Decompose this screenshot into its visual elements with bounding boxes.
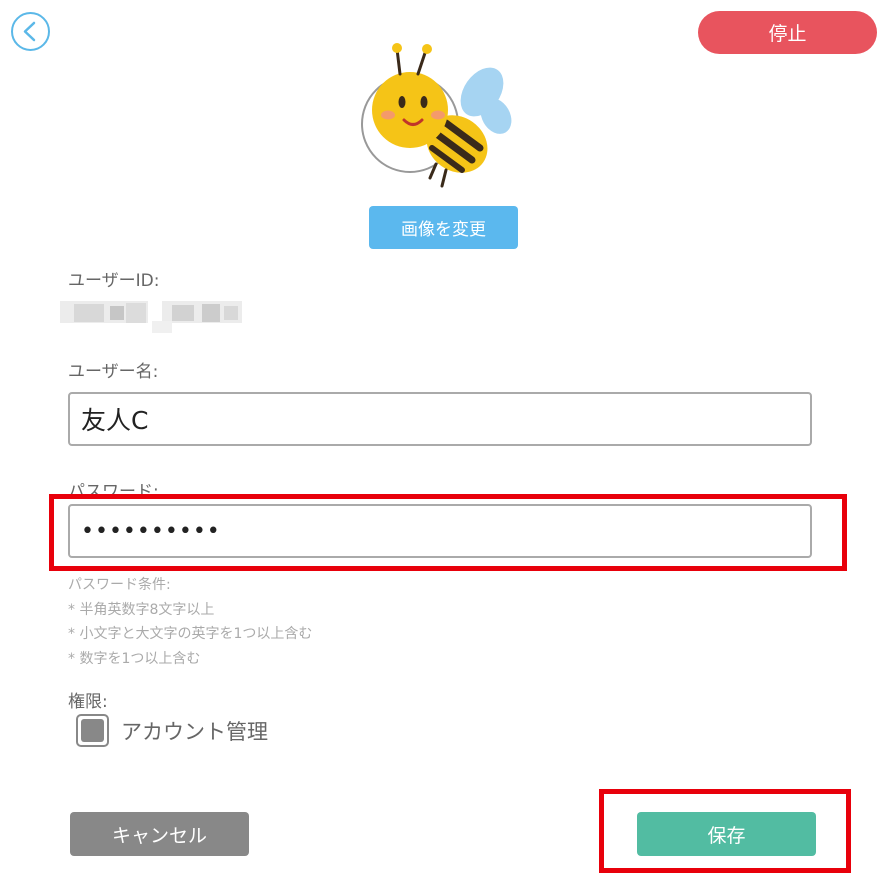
user-name-input[interactable]: 友人C xyxy=(68,392,812,446)
password-label: パスワード: xyxy=(68,482,159,502)
password-input[interactable]: •••••••••• xyxy=(68,504,812,558)
password-rule: * 半角英数字8文字以上 xyxy=(68,601,215,618)
account-management-checkbox[interactable]: アカウント管理 xyxy=(76,714,268,747)
back-button[interactable] xyxy=(11,12,50,51)
password-rules: パスワード条件: * 半角英数字8文字以上 * 小文字と大文字の英字を1つ以上含… xyxy=(68,573,312,671)
user-id-label: ユーザーID: xyxy=(68,271,160,291)
password-rules-title: パスワード条件: xyxy=(68,577,171,593)
user-id-value-blurred xyxy=(60,295,245,333)
bee-avatar-image xyxy=(361,43,512,188)
permission-label: 権限: xyxy=(68,692,108,712)
save-button[interactable]: 保存 xyxy=(637,812,816,856)
account-management-label: アカウント管理 xyxy=(121,719,268,744)
change-image-button[interactable]: 画像を変更 xyxy=(369,206,518,249)
stop-button[interactable]: 停止 xyxy=(698,11,877,54)
chevron-left-icon xyxy=(23,21,36,42)
password-rule: * 小文字と大文字の英字を1つ以上含む xyxy=(68,626,313,642)
checkbox-checked-icon[interactable] xyxy=(76,714,109,747)
cancel-button[interactable]: キャンセル xyxy=(70,812,249,856)
password-rule: * 数字を1つ以上含む xyxy=(68,650,201,667)
user-name-label: ユーザー名: xyxy=(68,362,159,382)
